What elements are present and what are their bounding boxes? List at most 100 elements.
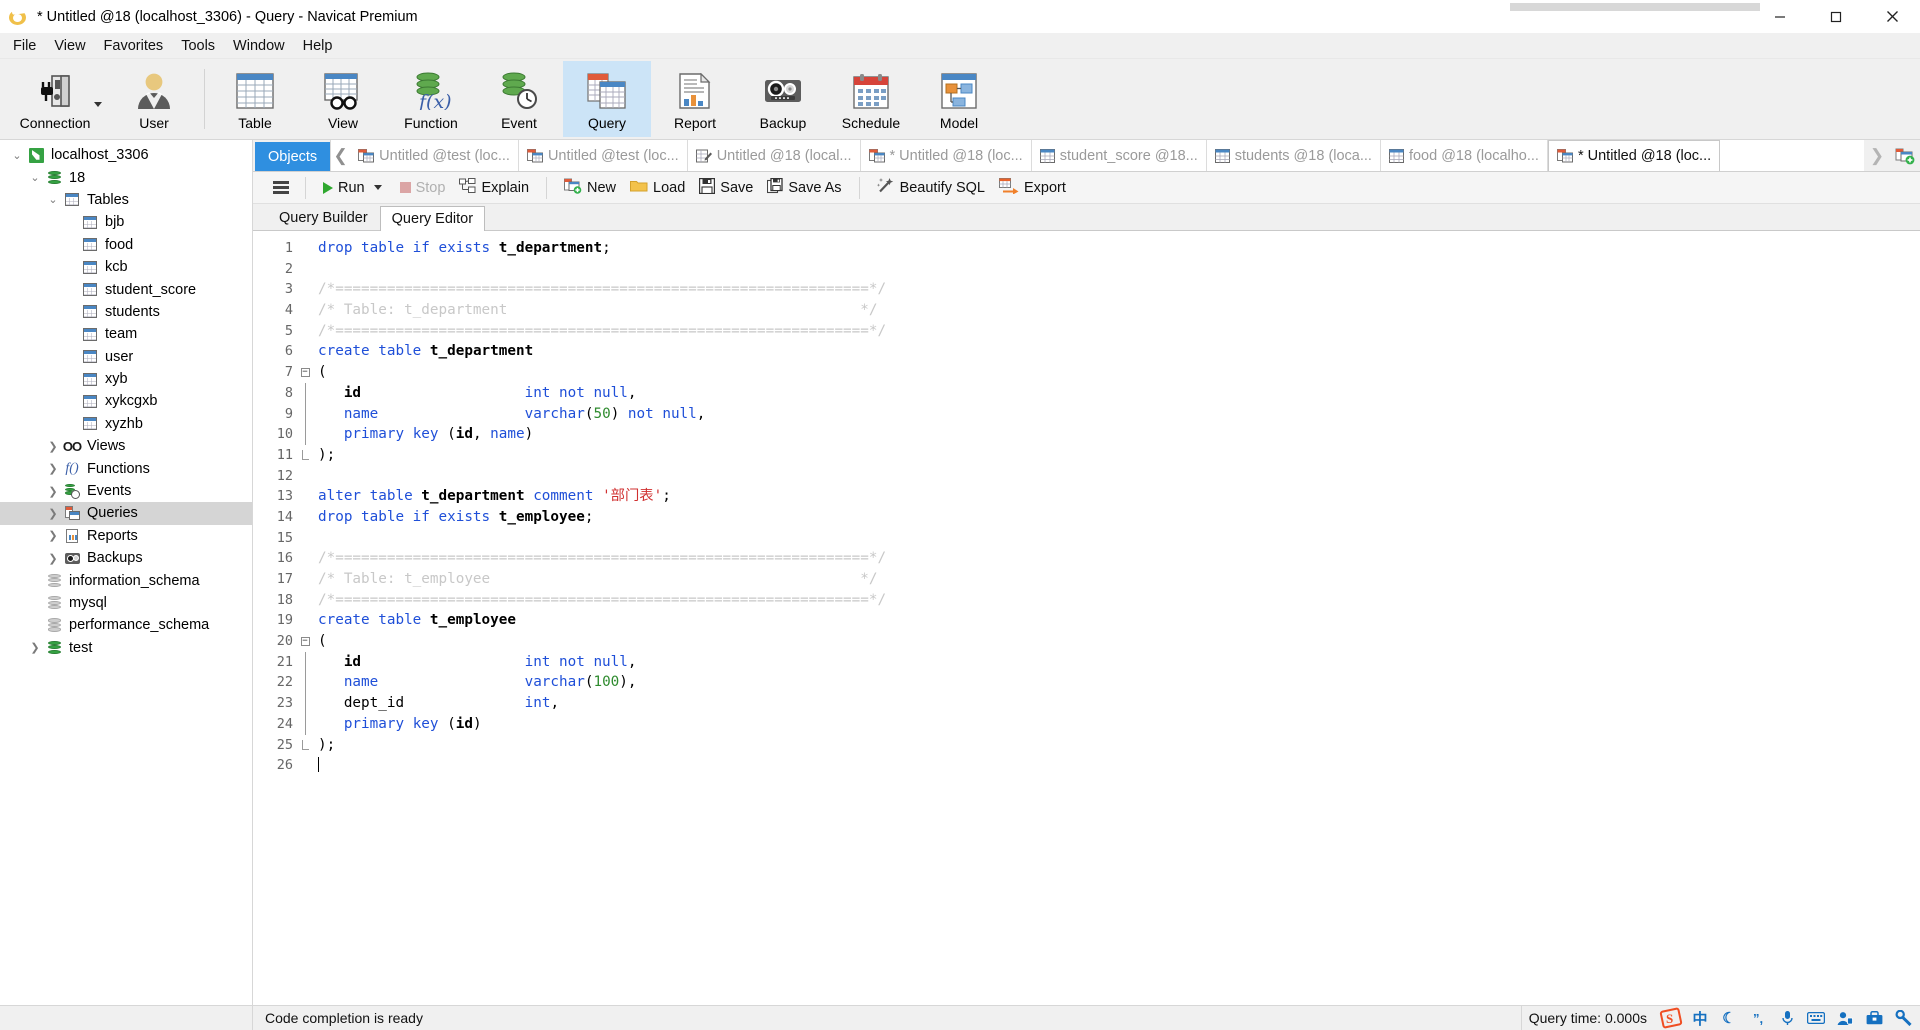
code-line[interactable]: /* Table: t_employee */ [318,569,1920,590]
code-line[interactable] [318,466,1920,487]
toolbar-button-model[interactable]: Model [915,61,1003,137]
document-tab[interactable]: Untitled @18 (local... [687,140,861,171]
menu-item-file[interactable]: File [4,35,45,57]
stop-button[interactable]: Stop [393,177,453,199]
tree-item-team[interactable]: · team [0,323,252,345]
tree-item-food[interactable]: · food [0,234,252,256]
chevron-right-icon[interactable]: ❯ [1864,140,1890,171]
toolbar-button-query[interactable]: Query [563,61,651,137]
chevron-right-icon[interactable]: ❯ [44,552,62,565]
chevron-down-icon[interactable]: ⌄ [26,171,44,184]
code-line[interactable]: name varchar(100), [318,672,1920,693]
chevron-right-icon[interactable]: ❯ [26,641,44,654]
code-line[interactable]: ); [318,445,1920,466]
code-line[interactable]: /*======================================… [318,279,1920,300]
chevron-down-icon[interactable] [373,185,382,190]
code-line[interactable]: ( [318,362,1920,383]
tree-item-mysql[interactable]: · mysql [0,592,252,614]
code-line[interactable] [318,528,1920,549]
tree-item-performance-schema[interactable]: · performance_schema [0,614,252,636]
code-line[interactable]: create table t_department [318,341,1920,362]
chevron-right-icon[interactable]: ❯ [44,529,62,542]
run-button[interactable]: Run [316,177,393,199]
tree-item-localhost-3306[interactable]: ⌄ localhost_3306 [0,144,252,166]
keyboard-icon[interactable] [1805,1008,1827,1028]
tree-item-queries[interactable]: ❯ Queries [0,502,252,525]
tree-item-events[interactable]: ❯ Events [0,480,252,502]
code-line[interactable] [318,259,1920,280]
save-button[interactable]: Save [692,175,760,201]
new-query-plus-icon[interactable] [1890,140,1920,171]
chinese-mode-icon[interactable]: 中 [1689,1008,1711,1028]
document-tab[interactable]: student_score @18... [1031,140,1207,171]
menu-item-favorites[interactable]: Favorites [95,35,173,57]
tree-item-students[interactable]: · students [0,301,252,323]
code-line[interactable]: primary key (id, name) [318,424,1920,445]
toolbar-button-connection[interactable]: Connection [0,61,110,137]
sql-editor[interactable]: 1 2 3 4 5 6 7 8 9 10 11 12 13 14 15 16 17 18 19 20 21 22 23 24 2… [253,231,1920,1012]
toolbar-button-function[interactable]: f(x) Function [387,61,475,137]
menu-item-window[interactable]: Window [224,35,294,57]
tree-item-reports[interactable]: ❯ Reports [0,525,252,547]
toolbox-icon[interactable] [1863,1008,1885,1028]
subtab-query-editor[interactable]: Query Editor [379,206,486,231]
document-tab[interactable]: food @18 (localho... [1380,140,1548,171]
code-line[interactable]: id int not null, [318,383,1920,404]
chevron-down-icon[interactable]: ⌄ [8,149,26,162]
minimize-button[interactable] [1752,0,1808,33]
code-line[interactable]: /*======================================… [318,548,1920,569]
microphone-icon[interactable] [1776,1008,1798,1028]
menu-item-tools[interactable]: Tools [172,35,224,57]
maximize-button[interactable] [1808,0,1864,33]
code-line[interactable]: dept_id int, [318,693,1920,714]
tree-item-functions[interactable]: ❯ f() Functions [0,457,252,479]
chevron-right-icon[interactable]: ❯ [44,485,62,498]
menu-item-view[interactable]: View [45,35,94,57]
hamburger-menu-icon[interactable] [267,181,295,194]
document-tabs[interactable]: Untitled @test (loc... Untitled @test (lo… [350,140,1864,171]
toolbar-button-table[interactable]: Table [211,61,299,137]
fold-toggle-icon[interactable]: − [298,362,312,383]
tree-item-bjb[interactable]: · bjb [0,211,252,233]
tree-item-user[interactable]: · user [0,346,252,368]
save-as-button[interactable]: Save As [760,175,848,201]
settings-icon[interactable] [1892,1008,1914,1028]
code-line[interactable]: drop table if exists t_department; [318,238,1920,259]
chevron-right-icon[interactable]: ❯ [44,462,62,475]
export-button[interactable]: Export [992,175,1073,201]
chevron-left-icon[interactable]: ❮ [330,140,351,171]
document-tab[interactable]: Untitled @test (loc... [518,140,688,171]
toolbar-button-schedule[interactable]: Schedule [827,61,915,137]
code-line[interactable]: alter table t_department comment '部门表'; [318,486,1920,507]
tree-item-kcb[interactable]: · kcb [0,256,252,278]
tree-item-views[interactable]: ❯ OO Views [0,435,252,457]
code-line[interactable]: ( [318,631,1920,652]
chevron-right-icon[interactable]: ❯ [44,440,62,453]
tree-item-information-schema[interactable]: · information_schema [0,569,252,591]
user-switch-icon[interactable] [1834,1008,1856,1028]
load-button[interactable]: Load [623,175,692,200]
code-line[interactable]: drop table if exists t_employee; [318,507,1920,528]
objects-tab[interactable]: Objects [255,142,331,171]
code-line[interactable]: ); [318,735,1920,756]
tree-item-student-score[interactable]: · student_score [0,278,252,300]
toolbar-button-backup[interactable]: Backup [739,61,827,137]
chevron-down-icon[interactable] [94,102,102,107]
explain-button[interactable]: Explain [452,175,536,201]
toolbar-button-event[interactable]: Event [475,61,563,137]
code-line[interactable]: id int not null, [318,652,1920,673]
menu-item-help[interactable]: Help [294,35,342,57]
object-tree-sidebar[interactable]: ⌄ localhost_3306 ⌄ 18 ⌄ Tables · bjb · food · kcb · s… [0,140,253,1012]
chevron-down-icon[interactable]: ⌄ [44,193,62,206]
tree-item-xykcgxb[interactable]: · xykcgxb [0,390,252,412]
code-line[interactable]: primary key (id) [318,714,1920,735]
code-folding-column[interactable]: − − [298,231,312,1012]
tree-item-test[interactable]: ❯ test [0,637,252,659]
sogou-ime-icon[interactable]: S [1659,1007,1683,1029]
document-tab[interactable]: students @18 (loca... [1206,140,1381,171]
code-line[interactable]: name varchar(50) not null, [318,404,1920,425]
document-tab[interactable]: * Untitled @18 (loc... [1547,140,1721,171]
tree-item-xyb[interactable]: · xyb [0,368,252,390]
code-line[interactable] [318,755,1920,776]
tree-item-xyzhb[interactable]: · xyzhb [0,413,252,435]
